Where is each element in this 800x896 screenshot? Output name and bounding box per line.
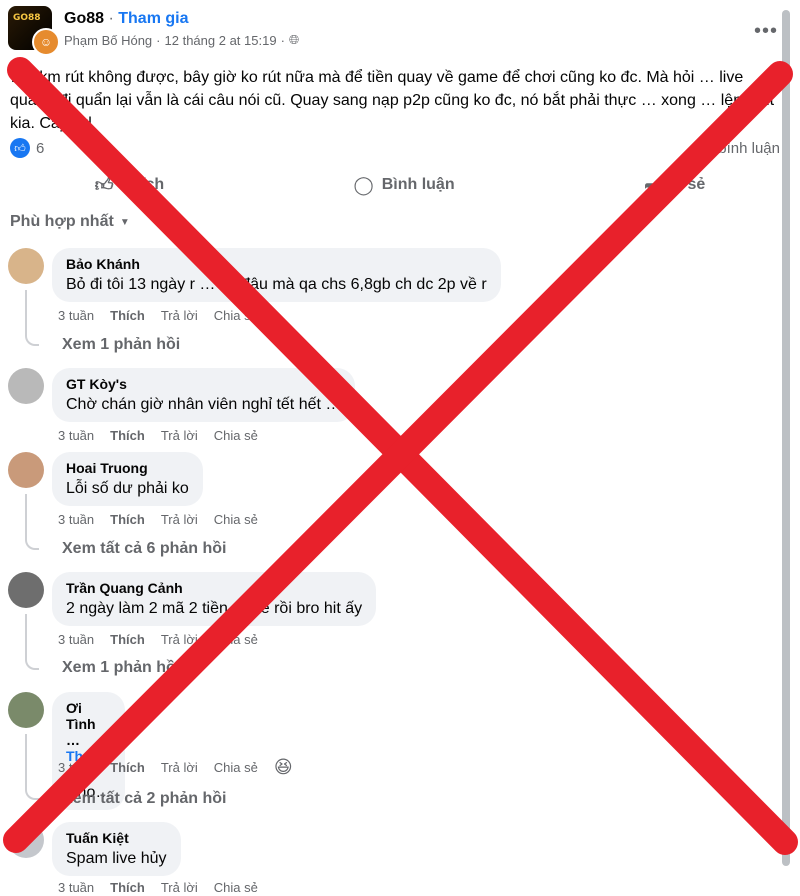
laughing-emoji-icon: 😆 bbox=[273, 757, 293, 777]
comment-bubble: Bảo Khánh Bỏ đi tôi 13 ngày r … về đâu m… bbox=[52, 248, 501, 302]
avatar[interactable] bbox=[8, 248, 44, 284]
more-options-icon[interactable]: ••• bbox=[754, 20, 778, 43]
avatar[interactable] bbox=[8, 822, 44, 858]
share-button[interactable]: ➦ … sẻ bbox=[644, 175, 705, 196]
author-avatar[interactable]: ☺ bbox=[32, 28, 60, 56]
avatar[interactable] bbox=[8, 692, 44, 728]
globe-icon: 🌐︎ bbox=[288, 32, 300, 47]
comment-like-button[interactable]: Thích bbox=[110, 760, 145, 775]
comment-icon: ◯ bbox=[353, 174, 374, 195]
comment-reply-button[interactable]: Trả lời bbox=[161, 308, 198, 323]
comment-time[interactable]: 3 tuần bbox=[58, 760, 94, 775]
comment-share-button[interactable]: Chia sẻ bbox=[214, 512, 258, 527]
comment-time[interactable]: 3 tuần bbox=[58, 512, 94, 527]
comment-time[interactable]: 3 tuần bbox=[58, 428, 94, 443]
comment-reply-button[interactable]: Trả lời bbox=[161, 428, 198, 443]
post-header: GO88 ☺ Go88 · Tham gia Phạm Bố Hóng · 12… bbox=[8, 6, 792, 56]
reactions-summary[interactable]: 👍︎ 6 bbox=[10, 138, 44, 158]
thread-line bbox=[25, 494, 39, 550]
comment-actions: 3 tuần Thích Trả lời Chia sẻ 😆 bbox=[58, 757, 293, 778]
thumbs-up-icon: 👍︎ bbox=[94, 175, 114, 195]
comment-text: Chờ chán giờ nhân viên nghỉ tết hết … bbox=[66, 396, 342, 413]
comment-text: Bỏ đi tôi 13 ngày r … về đâu mà qa chs 6… bbox=[66, 276, 487, 293]
avatar[interactable] bbox=[8, 452, 44, 488]
comment-text: Lỗi số dư phải ko bbox=[66, 480, 189, 497]
group-name-line: Go88 · Tham gia bbox=[64, 10, 188, 28]
separator-dot: · bbox=[156, 32, 161, 48]
comment-reply-button[interactable]: Trả lời bbox=[161, 760, 198, 775]
commenter-name[interactable]: Tuấn Kiệt bbox=[66, 830, 167, 846]
group-name[interactable]: Go88 bbox=[64, 10, 104, 27]
view-replies-link[interactable]: Xem 1 phản hồi bbox=[62, 336, 180, 354]
comment-reply-button[interactable]: Trả lời bbox=[161, 880, 198, 895]
group-logo: GO88 bbox=[13, 13, 41, 23]
comment-like-button[interactable]: Thích bbox=[110, 428, 145, 443]
comment-reply-button[interactable]: Trả lời bbox=[161, 512, 198, 527]
post-text: … đkm rút không được, bây giờ ko rút nữa… bbox=[10, 69, 775, 132]
thread-line bbox=[25, 290, 39, 346]
join-link[interactable]: Tham gia bbox=[118, 10, 188, 27]
scrollbar[interactable] bbox=[782, 10, 790, 866]
action-bar: 👍︎ Thích ◯ Bình luận ➦ … sẻ bbox=[0, 166, 800, 204]
comment-time[interactable]: 3 tuần bbox=[58, 880, 94, 895]
comment-actions: 3 tuần Thích Trả lời Chia sẻ bbox=[58, 880, 258, 895]
commenter-name[interactable]: Trần Quang Cảnh bbox=[66, 580, 362, 596]
comment-reply-button[interactable]: Trả lời bbox=[161, 632, 198, 647]
comment-bubble: Hoai Truong Lỗi số dư phải ko bbox=[52, 452, 203, 506]
comment-text: Spam live hủy bbox=[66, 850, 167, 867]
author-name[interactable]: Phạm Bố Hóng bbox=[64, 33, 152, 48]
separator-dot: · bbox=[280, 32, 285, 48]
share-icon: ➦ bbox=[643, 174, 660, 195]
post-date[interactable]: 12 tháng 2 at 15:19 bbox=[165, 33, 277, 48]
comment-bubble: Trần Quang Cảnh 2 ngày làm 2 mã 2 tiền …… bbox=[52, 572, 377, 626]
comment-time[interactable]: 3 tuần bbox=[58, 308, 94, 323]
comment-share-button[interactable]: Chia sẻ bbox=[214, 880, 258, 895]
view-replies-link[interactable]: Xem tất cả 6 phản hồi bbox=[62, 540, 226, 558]
like-label: Thích bbox=[121, 176, 165, 193]
share-label: … sẻ bbox=[667, 176, 706, 193]
commenter-name[interactable]: Hoai Truong bbox=[66, 460, 189, 476]
comment-actions: 3 tuần Thích Trả lời Chia sẻ bbox=[58, 308, 258, 323]
commenter-name[interactable]: GT Kòy's bbox=[66, 376, 341, 392]
comment-text: 2 ngày làm 2 mã 2 tiền … về rồi bro hit … bbox=[66, 600, 363, 617]
comment-button[interactable]: ◯ Bình luận bbox=[354, 175, 455, 196]
sort-label: Phù hợp nhất bbox=[10, 213, 114, 230]
commenter-name[interactable]: Ơi Tình … bbox=[66, 700, 96, 748]
separator-dot: · bbox=[108, 10, 114, 27]
comment-actions: 3 tuần Thích Trả lời Chia sẻ bbox=[58, 428, 258, 443]
comment-share-button[interactable]: Chia sẻ bbox=[214, 308, 258, 323]
comment-like-button[interactable]: Thích bbox=[110, 512, 145, 527]
view-replies-link[interactable]: Xem tất cả 2 phản hồi bbox=[62, 790, 226, 808]
comment-like-button[interactable]: Thích bbox=[110, 632, 145, 647]
like-button[interactable]: 👍︎ Thích bbox=[95, 174, 164, 196]
sort-dropdown[interactable]: Phù hợp nhất ▼ bbox=[10, 213, 130, 231]
comment-label: Bình luận bbox=[381, 176, 455, 193]
avatar[interactable] bbox=[8, 368, 44, 404]
comment-count[interactable]: …bình luận bbox=[703, 140, 780, 157]
like-reaction-icon: 👍︎ bbox=[10, 138, 30, 158]
comment-share-button[interactable]: Chia sẻ bbox=[214, 632, 258, 647]
comment-bubble: Tuấn Kiệt Spam live hủy bbox=[52, 822, 181, 876]
reaction-count: 6 bbox=[36, 139, 45, 157]
caret-down-icon: ▼ bbox=[119, 216, 130, 228]
view-replies-link[interactable]: Xem 1 phản hồi bbox=[62, 659, 180, 677]
comment-bubble: GT Kòy's Chờ chán giờ nhân viên nghỉ tết… bbox=[52, 368, 356, 422]
comment-actions: 3 tuần Thích Trả lời Chia sẻ bbox=[58, 512, 258, 527]
comment-like-button[interactable]: Thích bbox=[110, 308, 145, 323]
commenter-name[interactable]: Bảo Khánh bbox=[66, 256, 487, 272]
comment-share-button[interactable]: Chia sẻ bbox=[214, 760, 258, 775]
post-meta: Phạm Bố Hóng · 12 tháng 2 at 15:19 · 🌐︎ bbox=[64, 32, 299, 48]
thread-line bbox=[25, 614, 39, 670]
thread-line bbox=[25, 734, 39, 800]
comment-time[interactable]: 3 tuần bbox=[58, 632, 94, 647]
comment-like-button[interactable]: Thích bbox=[110, 880, 145, 895]
comment-actions: 3 tuần Thích Trả lời Chia sẻ bbox=[58, 632, 258, 647]
avatar[interactable] bbox=[8, 572, 44, 608]
comment-share-button[interactable]: Chia sẻ bbox=[214, 428, 258, 443]
